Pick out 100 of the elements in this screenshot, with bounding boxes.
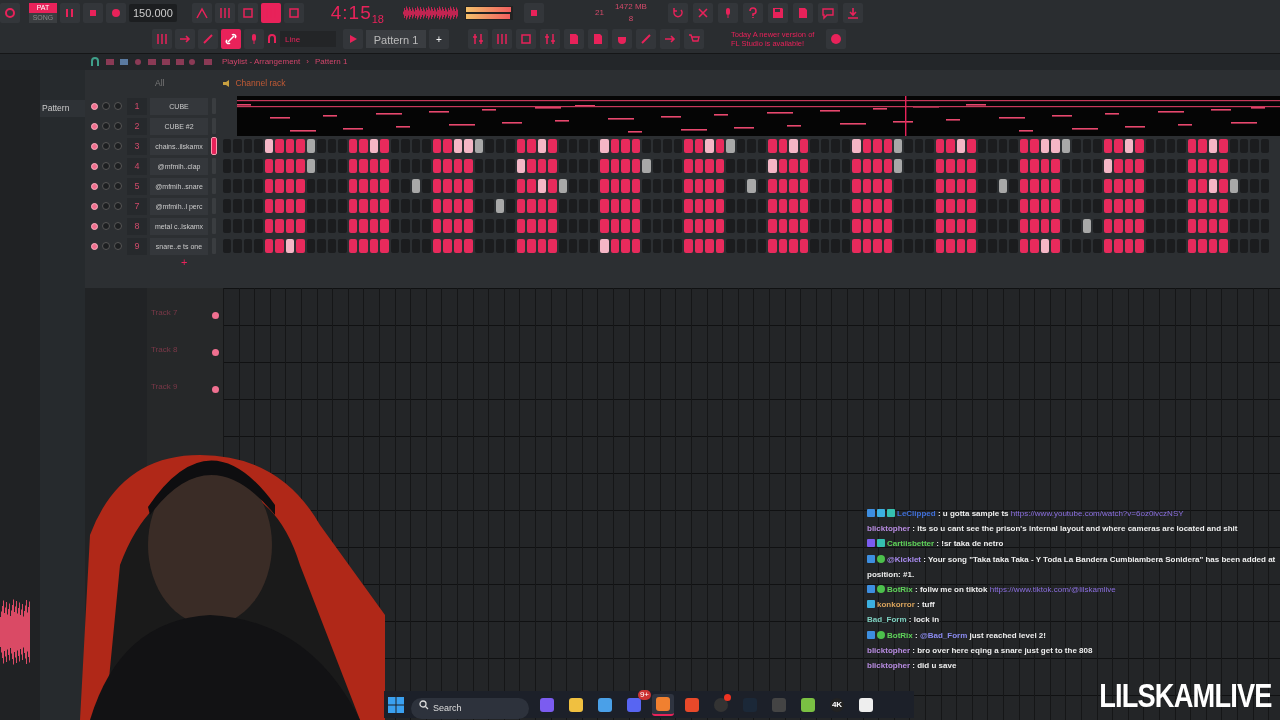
channel-number: 1 [127, 97, 147, 115]
breadcrumb-item[interactable]: Playlist - Arrangement [222, 56, 301, 68]
mute-led[interactable] [91, 122, 98, 130]
channel-number: 5 [127, 177, 147, 195]
mute-led[interactable] [91, 182, 98, 190]
snap-dropdown[interactable]: Line [280, 31, 336, 47]
sliders-icon[interactable] [468, 29, 488, 49]
memory-readout: 1472 MB [614, 1, 647, 13]
track-led[interactable] [212, 312, 219, 319]
magnet-icon [90, 57, 100, 67]
polyphony-readout: 8 [628, 13, 634, 25]
add-channel-button[interactable]: + [181, 253, 188, 271]
mute-led[interactable] [91, 142, 98, 150]
document-icon[interactable] [564, 29, 584, 49]
volume-knob[interactable] [114, 182, 122, 190]
volume-knob[interactable] [114, 102, 122, 110]
pan-knob[interactable] [102, 122, 110, 130]
pencil-icon[interactable] [198, 29, 218, 49]
chat-message: Cartiisbetter : !sr taka de netro [864, 536, 1280, 552]
app-icon [655, 695, 671, 712]
track-led[interactable] [212, 386, 219, 393]
square-icon[interactable] [516, 29, 536, 49]
chat-message: Bad_Form : lock in [866, 614, 940, 627]
mute-led[interactable] [91, 202, 98, 210]
breadcrumb-item[interactable]: Pattern 1 [314, 56, 348, 68]
globe-icon[interactable] [826, 29, 846, 49]
mute-led[interactable] [91, 102, 98, 110]
microphone-icon[interactable] [244, 29, 264, 49]
chat-message: BotRix : @Bad_Form just reached level 2! [864, 627, 1280, 643]
chat-message: blicktopher : bro over here eqing a snare just get to the 808 [866, 644, 1094, 657]
app-icon [858, 696, 874, 713]
chat-message: @Kicklet : Your song "Taka taka Taka - Y Toda La Bandera Cumbiambera Sonidera" has been added at position: #1. [866, 553, 1277, 581]
volume-knob[interactable] [114, 122, 122, 130]
pan-knob[interactable] [102, 102, 110, 110]
cpu-readout: 21 [595, 7, 604, 19]
audio-waveform-drawing [0, 598, 32, 666]
pencil-icon[interactable] [636, 29, 656, 49]
chat-message: konkorror : tuff [864, 597, 1280, 613]
streamer-name: LILSKAMLIVE [1099, 675, 1272, 716]
chat-message: LeClipped : u gotta sample ts https://www.youtube.com/watch?v=6oz0ivczNSY [864, 506, 1280, 522]
app-icon [771, 696, 787, 713]
sliders-icon[interactable] [540, 29, 560, 49]
volume-knob[interactable] [114, 162, 122, 170]
channel-number: 3 [127, 137, 147, 155]
knob-icon[interactable] [0, 3, 20, 23]
add-pattern-button[interactable]: + [429, 29, 449, 49]
chat-message: BotRix : follw me on tiktok https://www.tiktok.com/@lilskamlive [864, 582, 1280, 598]
breadcrumb-item[interactable]: › [306, 56, 309, 68]
record-icon[interactable] [106, 3, 126, 23]
pan-knob[interactable] [102, 142, 110, 150]
download-icon[interactable] [842, 3, 863, 23]
volume-knob[interactable] [114, 242, 122, 250]
microphone-icon[interactable] [717, 3, 738, 23]
pan-knob[interactable] [102, 242, 110, 250]
document-icon[interactable] [792, 3, 813, 23]
help-icon[interactable] [742, 3, 763, 23]
save-icon[interactable] [767, 3, 788, 23]
pattern-selector[interactable]: Pattern 1 [366, 30, 426, 48]
channel-number: 7 [127, 197, 147, 215]
square-icon[interactable] [283, 3, 304, 23]
tempo-display[interactable]: 150.000 [129, 3, 177, 23]
play-icon[interactable] [343, 29, 363, 49]
document-icon[interactable] [588, 29, 608, 49]
volume-knob[interactable] [114, 142, 122, 150]
pan-knob[interactable] [102, 202, 110, 210]
search-field[interactable]: Search [411, 697, 529, 719]
start-icon [388, 696, 404, 713]
magnet-icon [267, 34, 277, 44]
chat-message: blicktopher : did u save [866, 660, 958, 673]
taskbar-app-button[interactable]: 4K [826, 693, 848, 716]
notification-badge: 9+ [637, 689, 651, 700]
chat-message: blicktopher : its so u cant see the prison's internal layout and where cameras are located and shit [866, 523, 1239, 536]
stop-icon[interactable] [83, 3, 103, 23]
volume-knob[interactable] [114, 202, 122, 210]
app-label: 4K [831, 698, 843, 711]
pan-knob[interactable] [102, 182, 110, 190]
peak-icon[interactable] [191, 3, 212, 23]
chat-icon[interactable] [817, 3, 838, 23]
undo-icon[interactable] [667, 3, 688, 23]
rack-title: Channel rack [235, 76, 286, 90]
cart-icon[interactable] [684, 29, 704, 49]
filter-dropdown[interactable]: All [155, 76, 165, 90]
square-icon[interactable] [237, 3, 258, 23]
channel-number: 4 [127, 157, 147, 175]
app-icon [539, 696, 555, 713]
app-icon [626, 696, 642, 713]
browser-item[interactable]: Pattern [40, 100, 85, 117]
channel-number: 9 [127, 237, 147, 255]
mute-led[interactable] [91, 242, 98, 250]
channel-number: 2 [127, 117, 147, 135]
pause-icon[interactable] [60, 3, 80, 23]
volume-knob[interactable] [114, 222, 122, 230]
stop-icon[interactable] [524, 3, 544, 23]
taskbar-app-button[interactable] [652, 693, 674, 716]
track-led[interactable] [212, 349, 219, 356]
pan-knob[interactable] [102, 222, 110, 230]
mute-led[interactable] [91, 162, 98, 170]
channel-number: 8 [127, 217, 147, 235]
mute-led[interactable] [91, 222, 98, 230]
pan-knob[interactable] [102, 162, 110, 170]
